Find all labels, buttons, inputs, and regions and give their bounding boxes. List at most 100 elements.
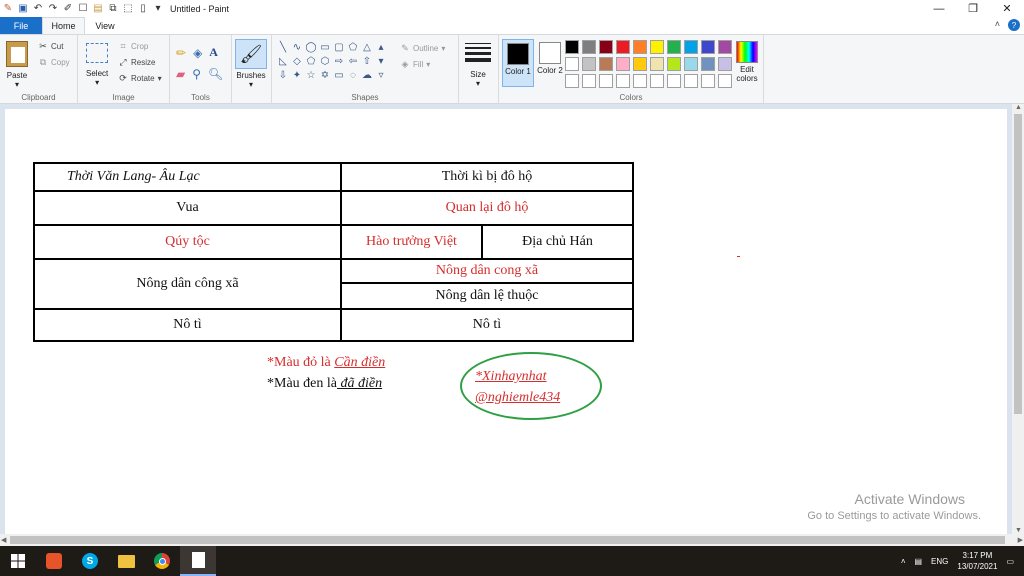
tab-file[interactable]: File [0,17,42,34]
pencil-icon[interactable]: ✏ [176,46,186,60]
palette-swatch[interactable] [599,57,613,71]
pencil-quick-icon[interactable]: ✐ [62,3,74,15]
keyboard-icon[interactable]: ▤ [914,557,922,566]
cloud-shape-icon[interactable]: ☁ [361,69,373,82]
new-file-icon[interactable]: ▯ [137,3,149,15]
vertical-scroll-thumb[interactable] [1014,114,1022,414]
gallery-more-icon[interactable]: ▿ [375,69,387,82]
color-picker-icon[interactable]: ⚲ [192,67,201,81]
palette-swatch[interactable] [582,40,596,54]
help-icon[interactable]: ? [1008,19,1020,31]
copy-button[interactable]: ⧉ Copy [38,57,70,67]
size-button[interactable]: Size ▾ [465,43,491,88]
taskbar-skype[interactable]: S [72,546,108,576]
rotate-button[interactable]: ⟳ Rotate ▾ [118,73,161,83]
palette-swatch[interactable] [650,74,664,88]
polygon-shape-icon[interactable]: ⬠ [347,41,359,54]
tab-home[interactable]: Home [42,17,85,34]
palette-swatch[interactable] [684,40,698,54]
palette-swatch[interactable] [582,74,596,88]
palette-swatch[interactable] [616,57,630,71]
palette-swatch[interactable] [718,40,732,54]
minimize-button[interactable]: — [922,0,956,17]
taskbar-chrome[interactable] [144,546,180,576]
fill-bucket-icon[interactable]: ◈ [193,46,202,60]
palette-swatch[interactable] [599,74,613,88]
blank-page-icon[interactable]: ☐ [77,3,89,15]
resize-button[interactable]: ⤢ Resize [118,57,155,67]
horizontal-scrollbar[interactable]: ◀ ▶ [0,534,1024,546]
paste-button[interactable]: Paste ▾ [6,41,28,89]
crop-button[interactable]: ⌗ Crop [118,41,148,51]
paste-quick-icon[interactable]: ▤ [92,3,104,15]
outline-button[interactable]: ✎ Outline ▾ [400,43,445,53]
right-arrow-shape-icon[interactable]: ⇨ [333,55,345,68]
color1-button[interactable]: Color 1 [502,39,534,87]
palette-swatch[interactable] [701,57,715,71]
fill-button[interactable]: ◈ Fill ▾ [400,59,431,69]
palette-swatch[interactable] [565,57,579,71]
palette-swatch[interactable] [650,40,664,54]
tray-expand-icon[interactable]: ˄ [901,557,906,566]
taskbar-file-explorer[interactable] [108,546,144,576]
hexagon-shape-icon[interactable]: ⬡ [319,55,331,68]
undo-icon[interactable]: ↶ [32,3,44,15]
eraser-icon[interactable]: ▰ [176,67,185,81]
palette-swatch[interactable] [667,57,681,71]
palette-swatch[interactable] [582,57,596,71]
horizontal-scroll-thumb[interactable] [10,536,1005,544]
palette-swatch[interactable] [633,74,647,88]
palette-swatch[interactable] [650,57,664,71]
cut-button[interactable]: ✂ Cut [38,41,63,51]
copy-quick-icon[interactable]: ⧉ [107,3,119,15]
drawing-canvas[interactable]: Thời Văn Lang- Âu Lạc Thời kì bị đô hộ V… [5,109,1007,534]
oval-shape-icon[interactable]: ◯ [305,41,317,54]
scroll-right-icon[interactable]: ▶ [1018,536,1023,544]
customize-toolbar-icon[interactable]: ▾ [152,3,164,15]
palette-swatch[interactable] [565,40,579,54]
taskbar-paint[interactable] [180,546,216,576]
vertical-scrollbar[interactable]: ▲ ▼ [1012,104,1024,534]
collapse-ribbon-icon[interactable]: ˄ [995,19,1000,31]
palette-swatch[interactable] [718,74,732,88]
brushes-button[interactable]: 🖌︎ Brushes ▾ [235,39,267,89]
select-button[interactable]: Select ▾ [86,43,108,87]
palette-swatch[interactable] [667,74,681,88]
taskbar-app-icon[interactable] [36,546,72,576]
rounded-rectangle-shape-icon[interactable]: ▢ [333,41,345,54]
redo-icon[interactable]: ↷ [47,3,59,15]
scroll-up-icon[interactable]: ▲ [1015,104,1022,111]
right-triangle-shape-icon[interactable]: ◺ [277,55,289,68]
palette-swatch[interactable] [616,74,630,88]
five-point-star-shape-icon[interactable]: ☆ [305,69,317,82]
tab-view[interactable]: View [85,17,125,34]
palette-swatch[interactable] [599,40,613,54]
color2-button[interactable]: Color 2 [534,39,566,87]
gallery-up-icon[interactable]: ▴ [375,41,387,54]
palette-swatch[interactable] [633,40,647,54]
up-arrow-shape-icon[interactable]: ⇧ [361,55,373,68]
text-tool-icon[interactable]: A [209,45,218,60]
notification-icon[interactable]: ▭ [1006,557,1014,566]
four-point-star-shape-icon[interactable]: ✦ [291,69,303,82]
close-button[interactable]: ✕ [990,0,1024,17]
restore-button[interactable]: ❐ [956,0,990,17]
select-quick-icon[interactable]: ⬚ [122,3,134,15]
save-icon[interactable]: ▣ [17,3,29,15]
callout-oval-shape-icon[interactable]: ◌ [347,69,359,82]
scroll-left-icon[interactable]: ◀ [1,536,6,544]
callout-rect-shape-icon[interactable]: ▭ [333,69,345,82]
language-indicator[interactable]: ENG [931,557,948,566]
six-point-star-shape-icon[interactable]: ✡ [319,69,331,82]
palette-swatch[interactable] [684,74,698,88]
clock[interactable]: 3:17 PM 13/07/2021 [957,550,997,572]
palette-swatch[interactable] [667,40,681,54]
rectangle-shape-icon[interactable]: ▭ [319,41,331,54]
pentagon-shape-icon[interactable]: ⬠ [305,55,317,68]
curve-shape-icon[interactable]: ∿ [291,41,303,54]
gallery-down-icon[interactable]: ▾ [375,55,387,68]
palette-swatch[interactable] [616,40,630,54]
palette-swatch[interactable] [718,57,732,71]
magnifier-icon[interactable]: 🔍︎ [208,67,223,81]
paint-app-icon[interactable]: ✎ [2,3,14,15]
